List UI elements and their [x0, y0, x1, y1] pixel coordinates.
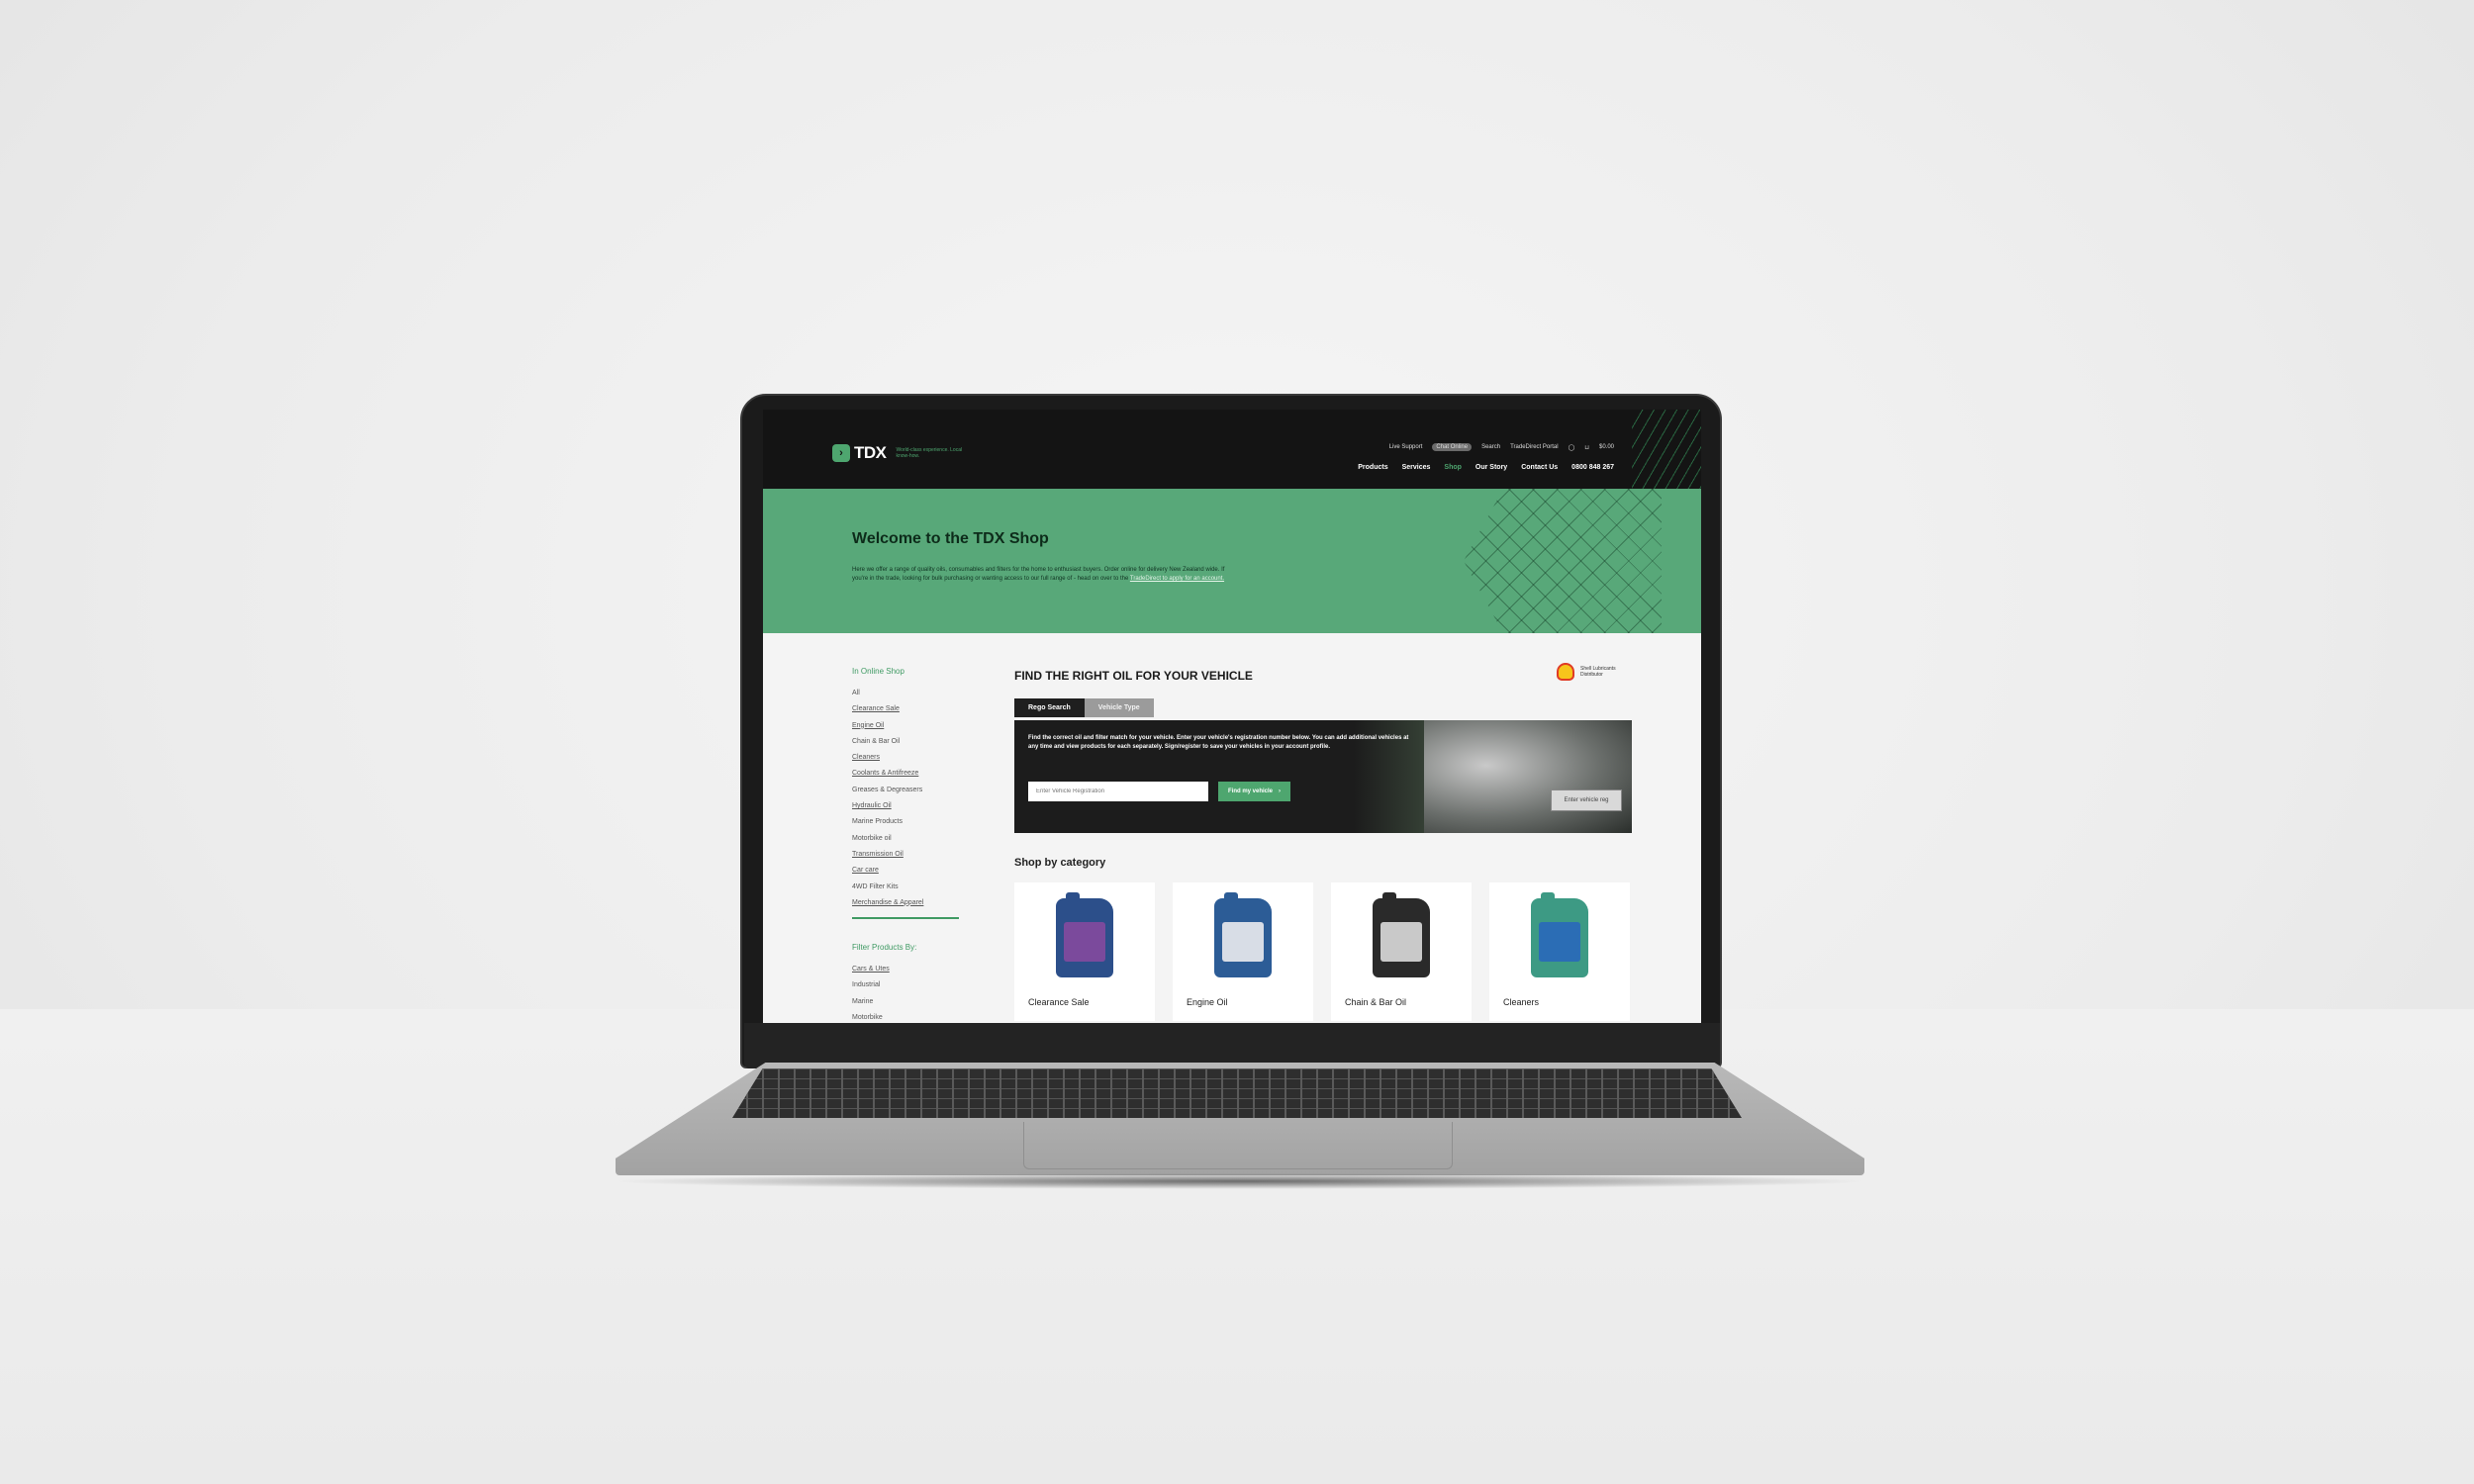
product-jug-image [1056, 892, 1113, 977]
user-icon[interactable]: ◯ [1569, 444, 1575, 451]
portal-link[interactable]: TradeDirect Portal [1510, 444, 1558, 450]
live-support-link[interactable]: Live Support [1389, 444, 1423, 450]
sidebar-item-motorbike-oil[interactable]: Motorbike oil [852, 831, 971, 847]
logo-tagline: World-class experience. Local know-how. [896, 447, 963, 459]
nav-our-story[interactable]: Our Story [1475, 464, 1507, 471]
shell-partner-text: Shell Lubricants Distributor [1580, 666, 1616, 678]
site-header: › TDX World-class experience. Local know… [763, 410, 1701, 489]
jug-cap [1382, 892, 1396, 902]
number-plate: Enter vehicle reg [1551, 789, 1622, 811]
laptop-trackpad [1023, 1122, 1453, 1169]
hero-chevron-pattern [1464, 489, 1662, 633]
sidebar-item-chain-bar-oil[interactable]: Chain & Bar Oil [852, 734, 971, 750]
category-card[interactable]: Engine Oil [1173, 882, 1313, 1021]
laptop-screen: › TDX World-class experience. Local know… [763, 410, 1701, 1023]
sidebar-item-4wd-filter-kits[interactable]: 4WD Filter Kits [852, 880, 971, 895]
sidebar-item-greases[interactable]: Greases & Degreasers [852, 783, 971, 798]
shop-sidebar: In Online Shop All Clearance Sale Engine… [852, 667, 971, 1023]
category-card[interactable]: Chain & Bar Oil [1331, 882, 1472, 1021]
sidebar-item-transmission-oil[interactable]: Transmission Oil [852, 847, 971, 863]
shell-logo-icon [1557, 663, 1574, 681]
sidebar-divider [852, 917, 959, 920]
sidebar-item-hydraulic-oil[interactable]: Hydraulic Oil [852, 798, 971, 814]
registration-input[interactable] [1028, 782, 1208, 801]
hero-tradedirect-link[interactable]: TradeDirect to apply for an account. [1130, 576, 1224, 582]
filter-item-industrial[interactable]: Industrial [852, 977, 971, 993]
nav-services[interactable]: Services [1402, 464, 1431, 471]
nav-contact-us[interactable]: Contact Us [1521, 464, 1558, 471]
filter-item-cars-utes[interactable]: Cars & Utes [852, 962, 971, 977]
category-title: Shop by category [1014, 857, 1106, 869]
hero-banner: Welcome to the TDX Shop Here we offer a … [763, 489, 1701, 633]
search-link[interactable]: Search [1481, 444, 1500, 450]
sidebar-item-car-care[interactable]: Car care [852, 863, 971, 879]
category-card[interactable]: Clearance Sale [1014, 882, 1155, 1021]
nav-products[interactable]: Products [1358, 464, 1387, 471]
sidebar-item-engine-oil[interactable]: Engine Oil [852, 718, 971, 734]
finder-description: Find the correct oil and filter match fo… [1028, 735, 1409, 750]
category-name: Chain & Bar Oil [1345, 997, 1407, 1007]
hero-text: Here we offer a range of quality oils, c… [852, 566, 1238, 584]
sidebar-item-clearance-sale[interactable]: Clearance Sale [852, 701, 971, 717]
finder-tabs: Rego Search Vehicle Type [1014, 698, 1154, 717]
tab-vehicle-type[interactable]: Vehicle Type [1084, 698, 1154, 717]
jug-label [1539, 922, 1580, 962]
vehicle-search-panel: Enter vehicle reg Find the correct oil a… [1014, 720, 1632, 833]
sidebar-item-marine-products[interactable]: Marine Products [852, 814, 971, 830]
laptop-shadow [610, 1173, 1870, 1189]
header-chevron-pattern [1632, 410, 1701, 489]
laptop-bezel-bottom [744, 1023, 1720, 1068]
logo-chevron-icon: › [832, 444, 850, 462]
laptop-keyboard [732, 1068, 1742, 1118]
jug-label [1064, 922, 1105, 962]
filter-item-motorbike[interactable]: Motorbike [852, 1010, 971, 1023]
sidebar-item-cleaners[interactable]: Cleaners [852, 750, 971, 766]
jug-cap [1224, 892, 1238, 902]
category-name: Engine Oil [1187, 997, 1228, 1007]
category-cards: Clearance Sale Engine Oil Chain & Bar Oi… [1014, 882, 1630, 1021]
live-support-badge: Chat Online [1432, 443, 1473, 451]
sidebar-heading: In Online Shop [852, 667, 904, 676]
sidebar-item-all[interactable]: All [852, 686, 971, 701]
shell-partner: Shell Lubricants Distributor [1557, 663, 1632, 681]
phone-number[interactable]: 0800 848 267 [1571, 464, 1614, 471]
jug-label [1380, 922, 1422, 962]
jug-cap [1066, 892, 1080, 902]
cart-icon[interactable]: ⊔ [1584, 444, 1589, 451]
sidebar-item-coolants[interactable]: Coolants & Antifreeze [852, 766, 971, 782]
find-vehicle-label: Find my vehicle [1228, 788, 1274, 794]
hero-title: Welcome to the TDX Shop [852, 530, 1049, 547]
tab-rego-search[interactable]: Rego Search [1014, 698, 1085, 717]
jug-label [1222, 922, 1264, 962]
filter-item-marine[interactable]: Marine [852, 994, 971, 1010]
filter-heading: Filter Products By: [852, 943, 917, 953]
logo[interactable]: › TDX World-class experience. Local know… [832, 443, 966, 463]
category-card[interactable]: Cleaners [1489, 882, 1630, 1021]
utility-nav: Live Support Chat Online Search TradeDir… [1389, 443, 1614, 451]
nav-shop[interactable]: Shop [1444, 464, 1462, 471]
main-nav: Products Services Shop Our Story Contact… [1358, 464, 1614, 471]
product-jug-image [1373, 892, 1430, 977]
category-name: Cleaners [1503, 997, 1540, 1007]
jug-cap [1541, 892, 1555, 902]
finder-title: FIND THE RIGHT OIL FOR YOUR VEHICLE [1014, 669, 1253, 683]
main-content: FIND THE RIGHT OIL FOR YOUR VEHICLE Shel… [1014, 663, 1632, 1021]
chevron-right-icon: › [1279, 788, 1282, 794]
logo-text: TDX [854, 443, 887, 462]
cart-total[interactable]: $0.00 [1599, 444, 1614, 450]
category-name: Clearance Sale [1028, 997, 1090, 1007]
car-photo [1424, 720, 1632, 833]
product-jug-image [1531, 892, 1588, 977]
find-vehicle-button[interactable]: Find my vehicle › [1218, 782, 1291, 801]
product-jug-image [1214, 892, 1272, 977]
sidebar-item-merchandise[interactable]: Merchandise & Apparel [852, 895, 971, 911]
